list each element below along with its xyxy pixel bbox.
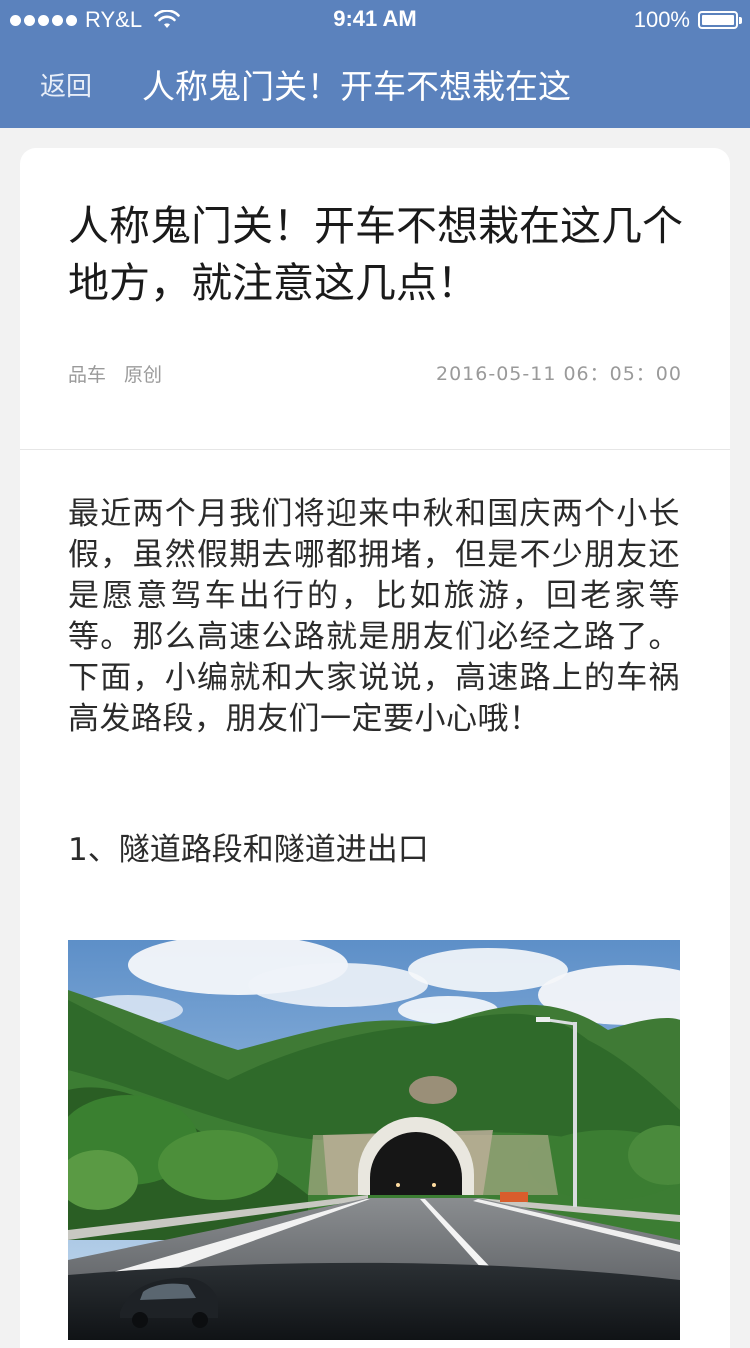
tunnel-photo[interactable]	[68, 940, 680, 1340]
article-meta: 品车 原创	[68, 360, 162, 387]
article-date: 2016-05-11 06：05：00	[436, 363, 682, 385]
section-heading: 1、隧道路段和隧道进出口	[68, 832, 429, 868]
back-button[interactable]: 返回	[40, 66, 92, 103]
article-card: 人称鬼门关！开车不想栽在这几个地方，就注意这几点！ 品车 原创 2016-05-…	[20, 148, 730, 1348]
battery-icon	[698, 11, 742, 29]
article-source[interactable]: 品车	[68, 360, 106, 387]
battery-percentage: 100%	[633, 7, 690, 32]
status-bar: RY&L 9:41 AM 100%	[0, 0, 750, 40]
article-title: 人称鬼门关！开车不想栽在这几个地方，就注意这几点！	[68, 202, 683, 307]
article-source-type: 原创	[124, 364, 163, 386]
nav-title: 人称鬼门关！开车不想栽在这	[142, 67, 571, 106]
navigation-bar: 返回 人称鬼门关！开车不想栽在这	[0, 40, 750, 128]
article-paragraph: 最近两个月我们将迎来中秋和国庆两个小长假，虽然假期去哪都拥堵，但是不少朋友还是愿…	[68, 496, 680, 737]
divider	[20, 449, 730, 450]
status-right: 100%	[633, 6, 742, 34]
